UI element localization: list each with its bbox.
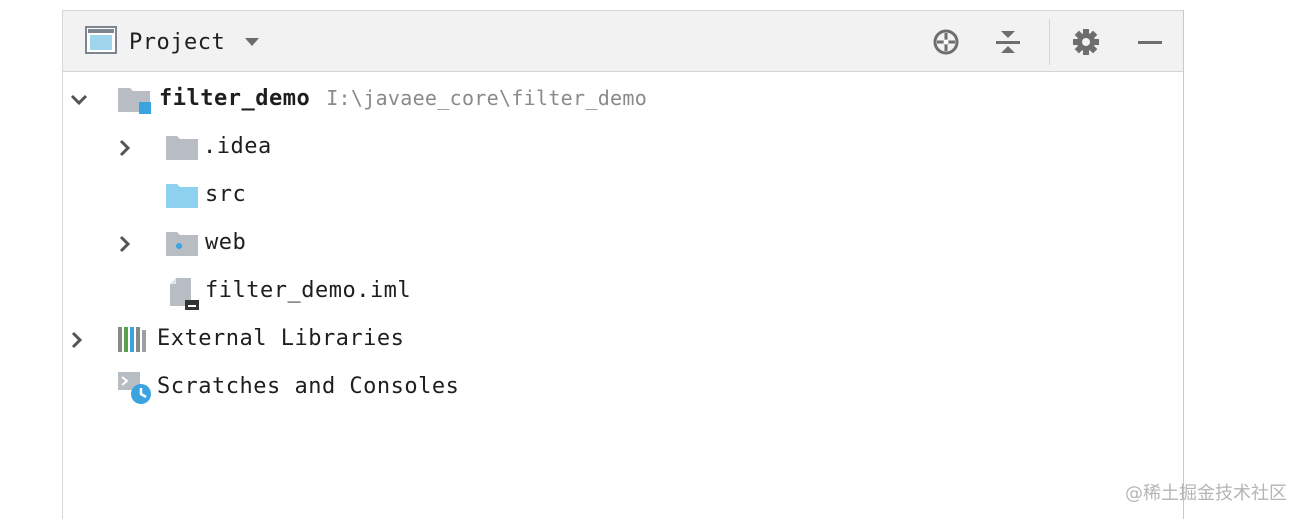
- tree-node-label: filter_demo.iml: [205, 278, 412, 303]
- settings-button[interactable]: [1069, 25, 1103, 59]
- locate-file-button[interactable]: [929, 25, 963, 59]
- project-window-icon: [85, 26, 117, 58]
- minimize-icon: [1138, 41, 1162, 44]
- crosshair-icon: [933, 29, 959, 55]
- chevron-right-icon[interactable]: [115, 138, 135, 158]
- tree-node-web[interactable]: web: [63, 224, 463, 264]
- hide-button[interactable]: [1133, 25, 1167, 59]
- root-name: filter_demo: [159, 86, 311, 111]
- tree-node-label: Scratches and Consoles: [157, 374, 460, 399]
- chevron-right-icon[interactable]: [115, 234, 135, 254]
- project-toolbar: Project: [63, 11, 1183, 72]
- collapse-all-button[interactable]: [991, 25, 1025, 59]
- web-folder-icon: [165, 230, 199, 262]
- tree-node-label: src: [205, 182, 247, 207]
- root-path: I:\javaee_core\filter_demo: [326, 86, 648, 110]
- toolbar-separator: [1049, 19, 1050, 65]
- tree-node-label: web: [205, 230, 247, 255]
- tree-node-idea[interactable]: .idea: [63, 128, 463, 168]
- chevron-right-icon[interactable]: [67, 330, 87, 350]
- iml-file-icon: [167, 278, 201, 316]
- collapse-all-icon: [996, 31, 1020, 53]
- watermark: @稀土掘金技术社区: [1125, 483, 1287, 504]
- chevron-down-icon[interactable]: [69, 90, 89, 110]
- tree-node-label: External Libraries: [157, 326, 405, 351]
- tree-node-src[interactable]: src: [63, 176, 463, 216]
- libraries-icon: [117, 324, 151, 358]
- gear-icon: [1073, 29, 1099, 55]
- tree-node-iml[interactable]: filter_demo.iml: [63, 272, 563, 312]
- chevron-down-icon: [245, 38, 260, 46]
- module-folder-icon: [117, 84, 153, 120]
- folder-icon: [165, 134, 199, 166]
- project-view-selector[interactable]: Project: [85, 26, 260, 58]
- tree-node-label: .idea: [203, 134, 272, 159]
- project-tool-window: Project filter_demo I:\javaee_core\filte…: [62, 10, 1184, 519]
- tree-node-root[interactable]: filter_demo I:\javaee_core\filter_demo: [63, 80, 1163, 120]
- project-view-label: Project: [129, 29, 226, 55]
- source-folder-icon: [165, 182, 199, 214]
- tree-node-scratches[interactable]: Scratches and Consoles: [63, 368, 563, 408]
- scratches-icon: [117, 370, 155, 410]
- tree-node-external-libraries[interactable]: External Libraries: [63, 320, 563, 360]
